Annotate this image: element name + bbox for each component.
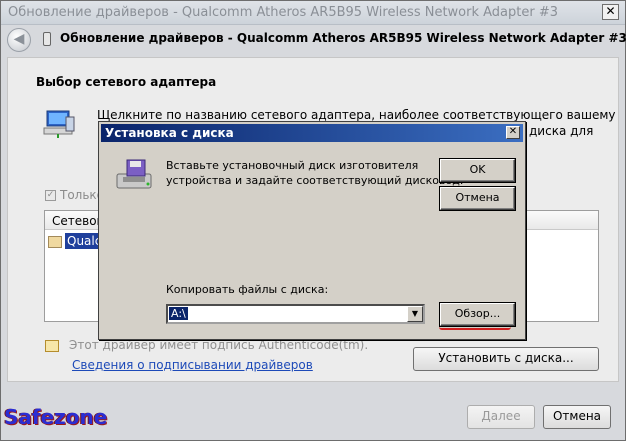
back-arrow-icon: ◀ bbox=[13, 31, 25, 47]
chevron-down-icon[interactable]: ▼ bbox=[407, 306, 423, 322]
dialog-title: Установка с диска bbox=[105, 126, 234, 140]
network-computer-icon bbox=[43, 110, 75, 138]
path-value[interactable]: A:\ bbox=[169, 307, 188, 320]
ok-button[interactable]: OK bbox=[440, 159, 515, 182]
certificate-icon bbox=[48, 236, 62, 248]
dialog-close-button[interactable]: ✕ bbox=[506, 126, 520, 139]
wizard-header: ◀ Обновление драйверов - Qualcomm Athero… bbox=[1, 25, 626, 53]
wizard-header-title: Обновление драйверов - Qualcomm Atheros … bbox=[60, 31, 626, 45]
wizard-close-button[interactable]: ✕ bbox=[602, 4, 619, 20]
dialog-cancel-button[interactable]: Отмена bbox=[440, 187, 515, 210]
description-line-2: диска для bbox=[529, 124, 594, 138]
next-button[interactable]: Далее bbox=[467, 405, 535, 429]
list-header-label: Сетевой bbox=[52, 214, 105, 228]
annotation-underline bbox=[439, 327, 511, 330]
driver-signing-link[interactable]: Сведения о подписывании драйверов bbox=[72, 358, 313, 372]
install-from-disk-button[interactable]: Установить с диска... bbox=[413, 347, 599, 371]
checkbox-checked-icon: ✓ bbox=[45, 190, 56, 201]
wizard-cancel-button[interactable]: Отмена bbox=[543, 405, 611, 429]
wizard-titlebar: Обновление драйверов - Qualcomm Atheros … bbox=[1, 1, 625, 25]
wizard-title: Обновление драйверов - Qualcomm Atheros … bbox=[8, 5, 559, 20]
dialog-instruction-line-2: устройства и задайте соответствующий дис… bbox=[166, 174, 464, 187]
watermark-logo: Safezone bbox=[4, 405, 108, 429]
path-combobox[interactable]: A:\ ▼ bbox=[166, 304, 425, 324]
certificate-icon bbox=[45, 339, 59, 352]
device-icon bbox=[43, 32, 51, 46]
signature-note: Этот драйвер имеет подпись Authenticode(… bbox=[45, 338, 368, 352]
floppy-disk-icon bbox=[116, 159, 152, 189]
install-from-disk-dialog: Установка с диска ✕ Вставьте установочны… bbox=[98, 121, 526, 340]
section-title: Выбор сетевого адаптера bbox=[36, 75, 217, 89]
back-button[interactable]: ◀ bbox=[7, 28, 31, 52]
compatible-only-checkbox[interactable]: ✓ Только bbox=[45, 188, 104, 202]
dialog-instruction-line-1: Вставьте установочный диск изготовителя bbox=[166, 159, 419, 172]
description-line-1: Щелкните по названию сетевого адаптера, … bbox=[97, 108, 616, 122]
copy-from-label: Копировать файлы с диска: bbox=[166, 283, 329, 296]
signature-note-text: Этот драйвер имеет подпись Authenticode(… bbox=[69, 338, 369, 352]
browse-button[interactable]: Обзор... bbox=[440, 303, 515, 326]
dialog-titlebar: Установка с диска ✕ bbox=[101, 124, 523, 142]
